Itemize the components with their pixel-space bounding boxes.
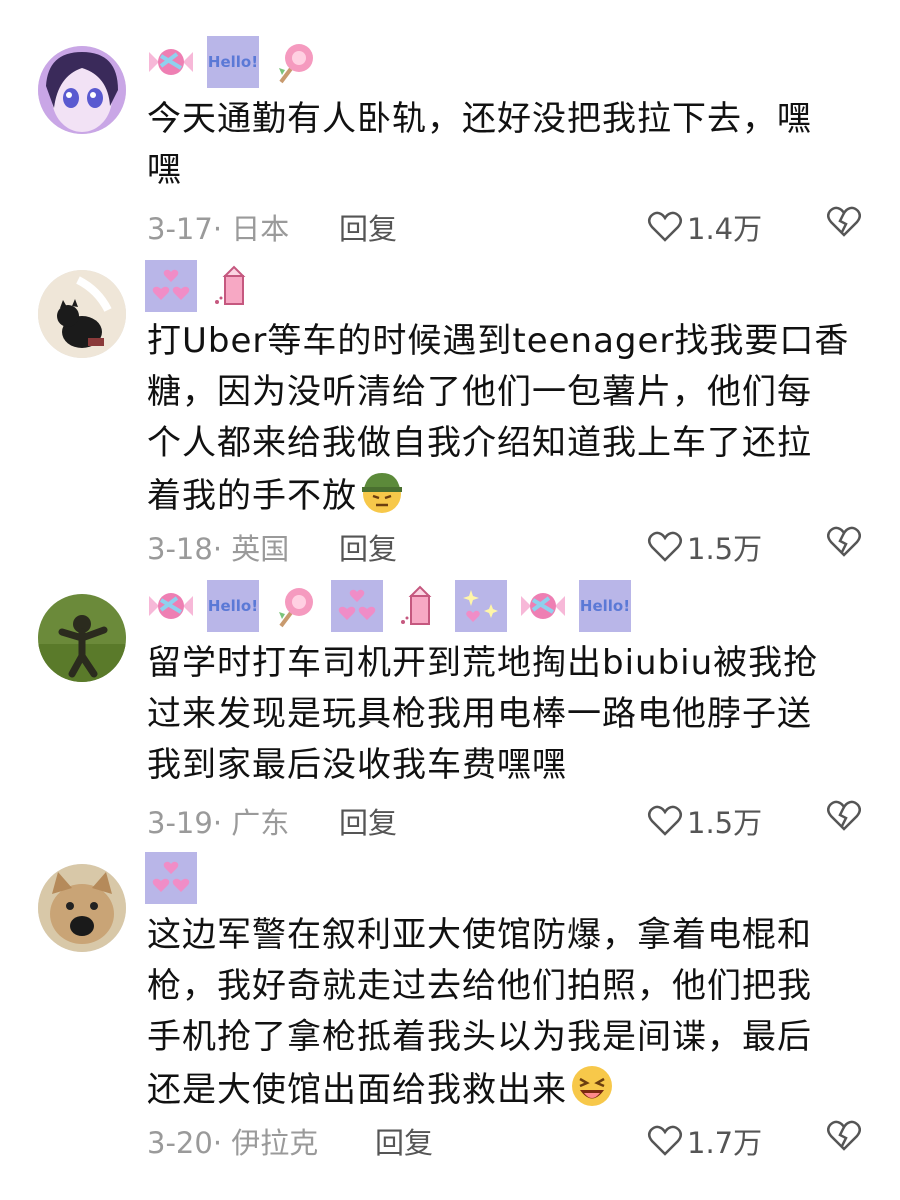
hello-sticker: Hello!: [579, 580, 631, 632]
hello-sticker-text: Hello!: [579, 597, 631, 615]
dislike-button[interactable]: [827, 1120, 861, 1159]
broken-heart-icon: [827, 800, 861, 831]
laughing-face-emoji: [569, 1063, 615, 1109]
comment-date: 3-18· 英国: [147, 532, 290, 566]
candy-sticker: [145, 36, 197, 88]
comment-line: 今天通勤有人卧轨，还好没把我拉下去，嘿: [147, 99, 812, 139]
comment-line-with-emoji: 着我的手不放: [147, 469, 857, 522]
avatar[interactable]: [38, 864, 126, 952]
comment-location: 伊拉克: [231, 1126, 319, 1160]
avatar[interactable]: [38, 594, 126, 682]
comment-line: 过来发现是玩具枪我用电棒一路电他脖子送: [147, 694, 812, 734]
sticker-row: Hello!: [145, 34, 321, 90]
hello-sticker-text: Hello!: [207, 597, 259, 615]
comment-line: 个人都来给我做自我介绍知道我上车了还拉: [147, 423, 812, 463]
reply-button[interactable]: 回复: [339, 800, 397, 842]
comment-line: 手机抢了拿枪抵着我头以为我是间谍，最后: [147, 1017, 812, 1057]
like-count: 1.5万: [687, 532, 763, 566]
like-button[interactable]: 1.5万: [647, 526, 762, 568]
comment-meta: 3-19· 广东 回复 1.5万: [147, 800, 867, 840]
comment-line: 打Uber等车的时候遇到teenager找我要口香: [147, 321, 850, 361]
hello-sticker-text: Hello!: [207, 53, 259, 71]
milk-sticker: [393, 580, 445, 632]
like-button[interactable]: 1.5万: [647, 800, 762, 842]
comment-line: 这边军警在叙利亚大使馆防爆，拿着电棍和: [147, 915, 812, 955]
lollipop-sticker: [269, 36, 321, 88]
lollipop-sticker: [269, 580, 321, 632]
comment-text: 留学时打车司机开到荒地掏出biubiu被我抢 过来发现是玩具枪我用电棒一路电他脖…: [147, 638, 857, 791]
comment-meta: 3-18· 英国 回复 1.5万: [147, 526, 867, 566]
like-button[interactable]: 1.7万: [647, 1120, 762, 1162]
comment-text: 今天通勤有人卧轨，还好没把我拉下去，嘿 嘿: [147, 94, 857, 196]
comment-location: 日本: [231, 212, 290, 246]
sticker-row: [145, 258, 259, 314]
comment-location: 英国: [231, 532, 290, 566]
comment-date: 3-20· 伊拉克: [147, 1126, 319, 1160]
broken-heart-icon: [827, 526, 861, 557]
hello-sticker: Hello!: [207, 36, 259, 88]
dislike-button[interactable]: [827, 800, 861, 839]
broken-heart-icon: [827, 206, 861, 237]
reply-button[interactable]: 回复: [339, 206, 397, 248]
comment-location: 广东: [231, 806, 290, 840]
milk-sticker: [207, 260, 259, 312]
like-count: 1.4万: [687, 212, 763, 246]
like-button[interactable]: 1.4万: [647, 206, 762, 248]
comment-line: 枪，我好奇就走过去给他们拍照，他们把我: [147, 966, 812, 1006]
heart-icon: [648, 805, 682, 836]
hearts-sticker: [145, 260, 197, 312]
sticker-row: [145, 850, 197, 906]
like-count: 1.5万: [687, 806, 763, 840]
comment-line: 还是大使馆出面给我救出来: [147, 1070, 567, 1110]
sparkles-sticker: [455, 580, 507, 632]
comment-line: 糖，因为没听清给了他们一包薯片，他们每: [147, 372, 812, 412]
comment-meta: 3-17· 日本 回复 1.4万: [147, 206, 867, 246]
dislike-button[interactable]: [827, 206, 861, 245]
sticker-row: Hello! Hello!: [145, 578, 631, 634]
hearts-sticker: [145, 852, 197, 904]
candy-sticker: [145, 580, 197, 632]
comment-line: 着我的手不放: [147, 476, 357, 516]
hello-sticker: Hello!: [207, 580, 259, 632]
reply-button[interactable]: 回复: [375, 1120, 433, 1162]
avatar[interactable]: [38, 270, 126, 358]
hearts-sticker: [331, 580, 383, 632]
comment-text: 打Uber等车的时候遇到teenager找我要口香 糖，因为没听清给了他们一包薯…: [147, 316, 857, 522]
comment-date: 3-19· 广东: [147, 806, 290, 840]
comment-text: 这边军警在叙利亚大使馆防爆，拿着电棍和 枪，我好奇就走过去给他们拍照，他们把我 …: [147, 910, 857, 1116]
comment-line: 我到家最后没收我车费嘿嘿: [147, 745, 567, 785]
comment-line: 留学时打车司机开到荒地掏出biubiu被我抢: [147, 643, 819, 683]
candy-sticker: [517, 580, 569, 632]
comment-meta: 3-20· 伊拉克 回复 1.7万: [147, 1120, 867, 1160]
dislike-button[interactable]: [827, 526, 861, 565]
salute-face-emoji: [359, 469, 405, 515]
heart-icon: [648, 211, 682, 242]
heart-icon: [648, 531, 682, 562]
broken-heart-icon: [827, 1120, 861, 1151]
reply-button[interactable]: 回复: [339, 526, 397, 568]
comment-line: 嘿: [147, 150, 182, 190]
comment-line-with-emoji: 还是大使馆出面给我救出来: [147, 1063, 857, 1116]
avatar[interactable]: [38, 46, 126, 134]
heart-icon: [648, 1125, 682, 1156]
like-count: 1.7万: [687, 1126, 763, 1160]
comment-date: 3-17· 日本: [147, 212, 290, 246]
